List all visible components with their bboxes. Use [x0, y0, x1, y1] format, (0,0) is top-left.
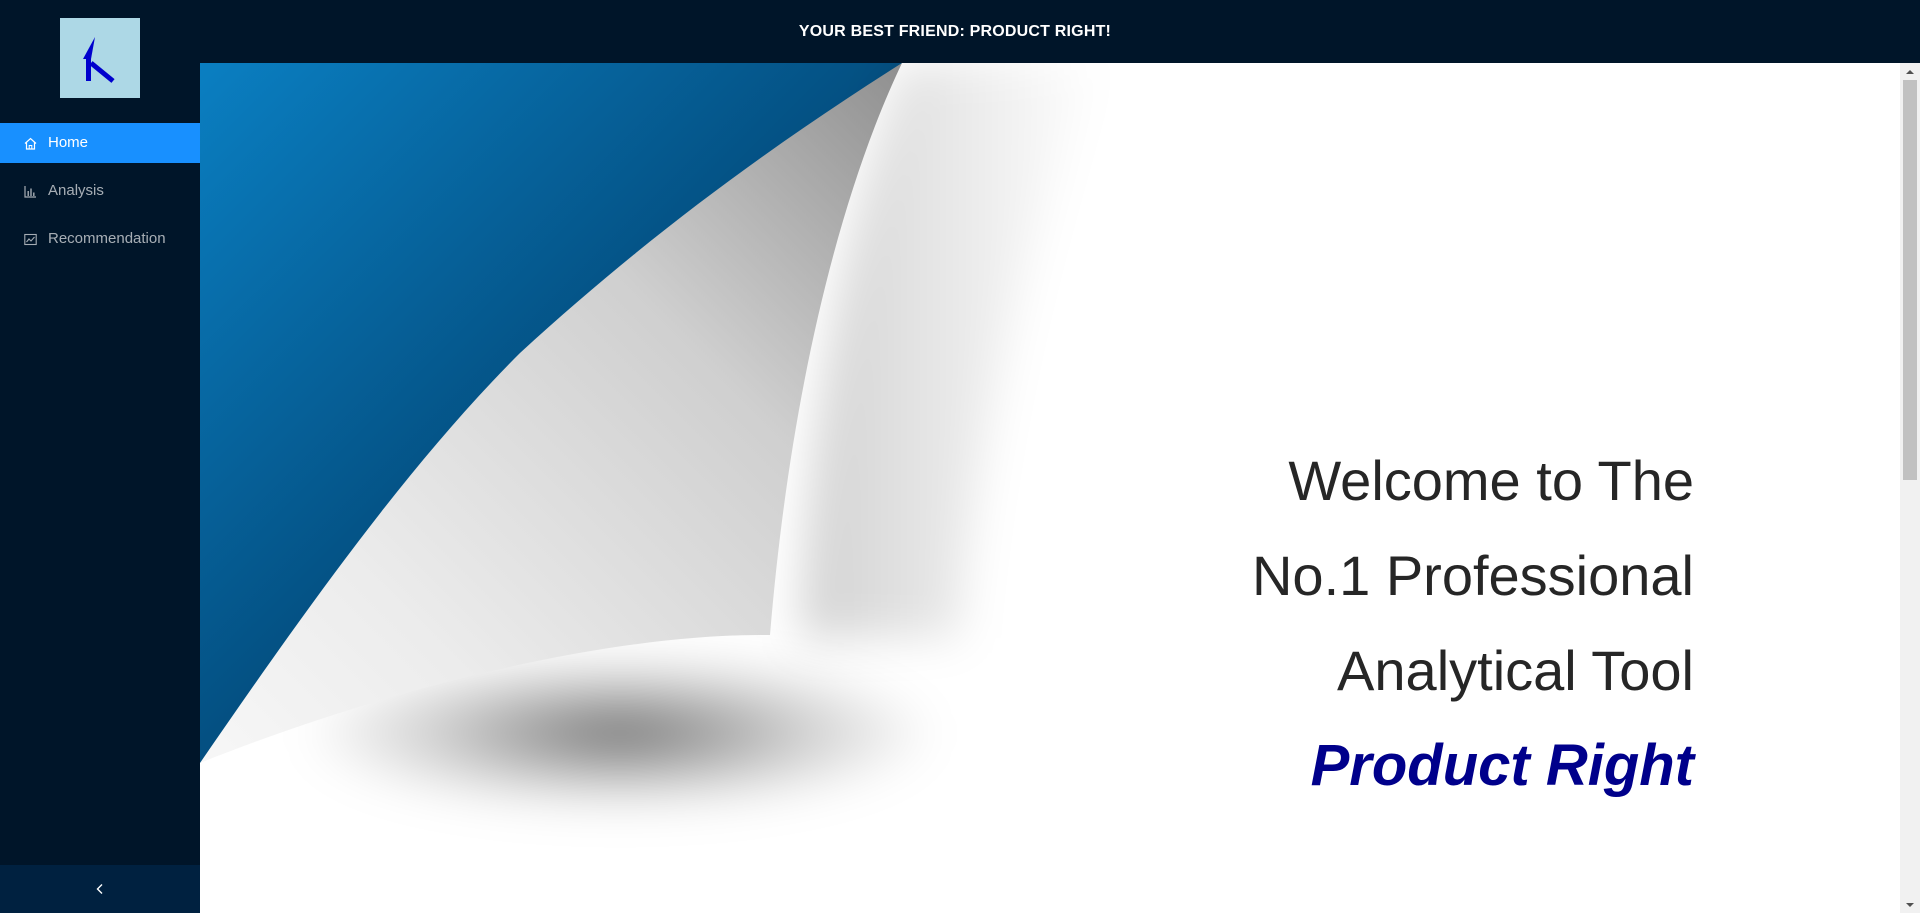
sidebar-item-label: Analysis [48, 182, 104, 199]
sidebar-item-recommendation[interactable]: Recommendation [0, 219, 200, 259]
app-root: Home Analysis Recommendation YOUR BEST F… [0, 0, 1920, 913]
vertical-scrollbar[interactable] [1900, 63, 1920, 913]
main-content: Welcome to The No.1 Professional Analyti… [200, 63, 1900, 913]
sidebar-item-home[interactable]: Home [0, 123, 200, 163]
welcome-text: Welcome to The No.1 Professional Analyti… [1252, 433, 1694, 813]
welcome-line-3: Analytical Tool [1337, 639, 1694, 702]
home-icon [24, 137, 37, 150]
sidebar-collapse-button[interactable] [0, 865, 200, 913]
sidebar-item-label: Recommendation [48, 230, 166, 247]
line-chart-icon [24, 233, 37, 246]
arrow-up-left-icon [83, 37, 115, 83]
chevron-left-icon [96, 884, 103, 894]
welcome-line-1: Welcome to The [1288, 449, 1694, 512]
sidebar: Home Analysis Recommendation [0, 0, 200, 913]
scroll-down-icon [1906, 903, 1914, 907]
sidebar-item-analysis[interactable]: Analysis [0, 171, 200, 211]
brand-name: Product Right [1310, 733, 1694, 798]
sidebar-item-label: Home [48, 134, 89, 151]
sidebar-menu: Home Analysis Recommendation [0, 123, 200, 267]
bar-chart-icon [24, 185, 37, 198]
logo[interactable] [60, 18, 140, 98]
scroll-up-button[interactable] [1900, 63, 1920, 80]
top-header: YOUR BEST FRIEND: PRODUCT RIGHT! [200, 0, 1920, 63]
header-title: YOUR BEST FRIEND: PRODUCT RIGHT! [798, 23, 1112, 40]
scroll-thumb[interactable] [1903, 80, 1917, 480]
scroll-down-button[interactable] [1900, 896, 1920, 913]
welcome-line-2: No.1 Professional [1251, 544, 1694, 607]
scroll-up-icon [1906, 70, 1914, 74]
